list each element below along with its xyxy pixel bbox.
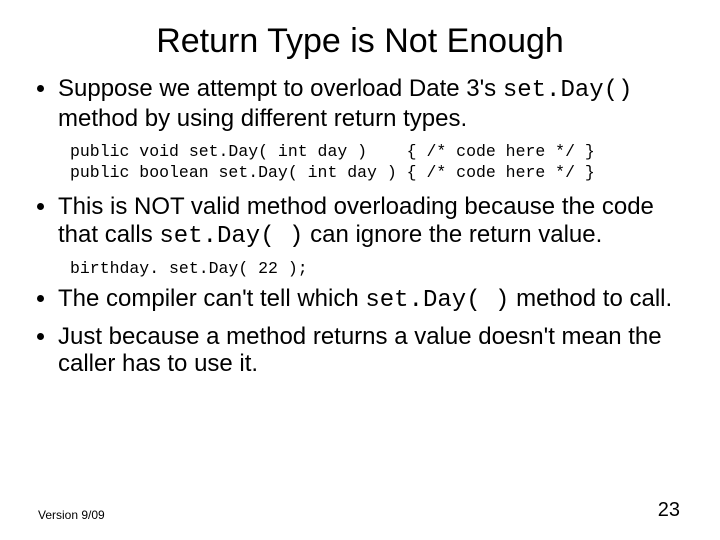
bullet-2: This is NOT valid method overloading bec… — [58, 193, 682, 250]
bullet-list-2: This is NOT valid method overloading bec… — [38, 193, 682, 250]
bullet-3-text-b: method to call. — [509, 285, 672, 312]
slide: Return Type is Not Enough Suppose we att… — [0, 0, 720, 540]
bullet-1-text-b: method by using different return types. — [58, 105, 467, 132]
bullet-3-text-a: The compiler can't tell which — [58, 285, 365, 312]
bullet-1-text-a: Suppose we attempt to overload Date 3's — [58, 75, 503, 102]
code2-line1: birthday. set.Day( 22 ); — [70, 259, 308, 278]
bullet-3-code: set.Day( ) — [365, 287, 509, 314]
bullet-2-text-b: can ignore the return value. — [303, 221, 602, 248]
bullet-4: Just because a method returns a value do… — [58, 323, 682, 378]
code1-line1: public void set.Day( int day ) { /* code… — [70, 142, 595, 161]
bullet-list: Suppose we attempt to overload Date 3's … — [38, 75, 682, 132]
bullet-list-3: The compiler can't tell which set.Day( )… — [38, 285, 682, 378]
footer-version: Version 9/09 — [38, 508, 105, 522]
bullet-2-code: set.Day( ) — [159, 223, 303, 250]
code-block-1: public void set.Day( int day ) { /* code… — [70, 142, 682, 183]
bullet-3: The compiler can't tell which set.Day( )… — [58, 285, 682, 315]
code-block-2: birthday. set.Day( 22 ); — [70, 259, 682, 280]
page-number: 23 — [658, 499, 680, 522]
bullet-1: Suppose we attempt to overload Date 3's … — [58, 75, 682, 132]
code1-line2: public boolean set.Day( int day ) { /* c… — [70, 163, 595, 182]
bullet-1-code: set.Day() — [503, 77, 633, 104]
slide-title: Return Type is Not Enough — [38, 22, 682, 61]
